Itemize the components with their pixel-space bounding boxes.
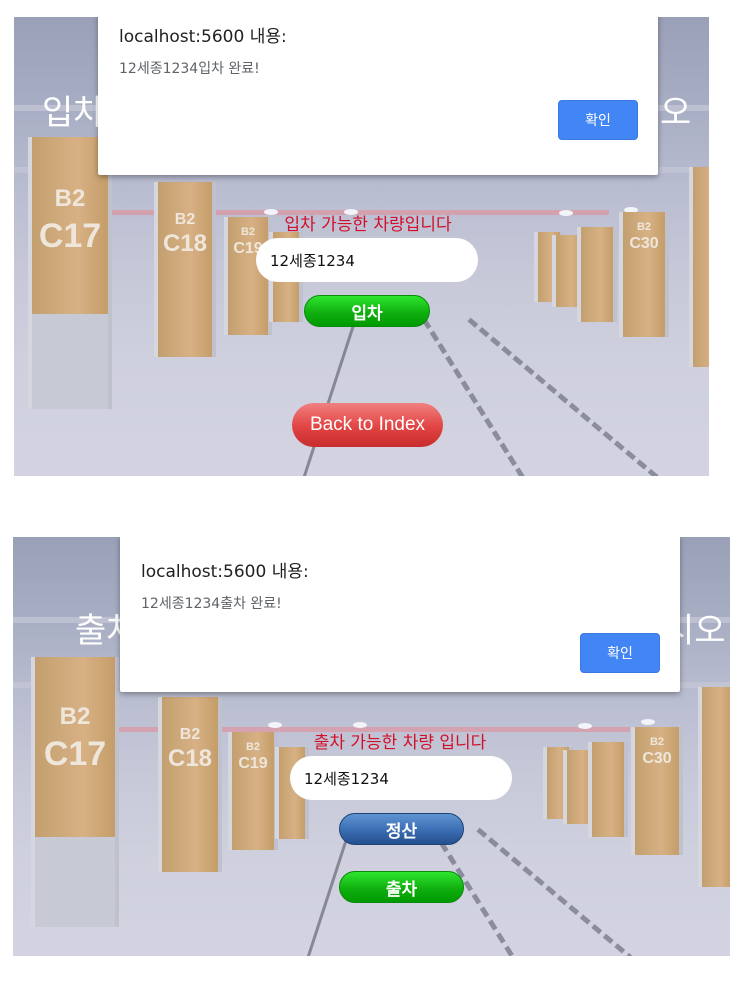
page-title-right: 오: [660, 93, 692, 133]
entry-screen: B2 C17 B2 C18 B2 C19 B2 C30 입차 오 입차 가능한 …: [14, 17, 709, 476]
exit-screen: B2 C17 B2 C18 B2 C19 B2 C30 출차 시오 출차 가능한…: [13, 537, 730, 956]
pillar: B2 C18: [158, 697, 222, 872]
dialog-message: 12세종1234입차 완료!: [119, 61, 260, 77]
pillar: B2 C17: [31, 657, 119, 927]
dialog-origin: localhost:5600 내용:: [119, 27, 287, 47]
pillar: [689, 167, 709, 367]
plate-number-input[interactable]: [290, 756, 512, 800]
pay-button[interactable]: 정산: [339, 813, 464, 845]
pillar: [698, 687, 730, 887]
alert-dialog: localhost:5600 내용: 12세종1234출차 완료! 확인: [120, 537, 680, 692]
dialog-ok-button[interactable]: 확인: [558, 100, 638, 140]
entry-button[interactable]: 입차: [304, 295, 430, 327]
page-title-left: 입차: [42, 93, 105, 133]
exit-button[interactable]: 출차: [339, 871, 464, 903]
status-text: 출차 가능한 차량 입니다: [313, 733, 487, 753]
pillar: B2 C30: [631, 727, 683, 855]
plate-number-input[interactable]: [256, 238, 478, 282]
pillar: B2 C17: [28, 137, 112, 409]
pillar: [588, 742, 628, 837]
dialog-message: 12세종1234출차 완료!: [141, 596, 282, 612]
pillar: B2 C30: [619, 212, 669, 337]
pillar: B2 C18: [154, 182, 216, 357]
dialog-origin: localhost:5600 내용:: [141, 562, 309, 582]
alert-dialog: localhost:5600 내용: 12세종1234입차 완료! 확인: [98, 17, 658, 175]
pillar: [577, 227, 617, 322]
status-text: 입차 가능한 차량입니다: [284, 215, 452, 235]
back-to-index-button[interactable]: Back to Index: [292, 403, 443, 447]
dialog-ok-button[interactable]: 확인: [580, 633, 660, 673]
